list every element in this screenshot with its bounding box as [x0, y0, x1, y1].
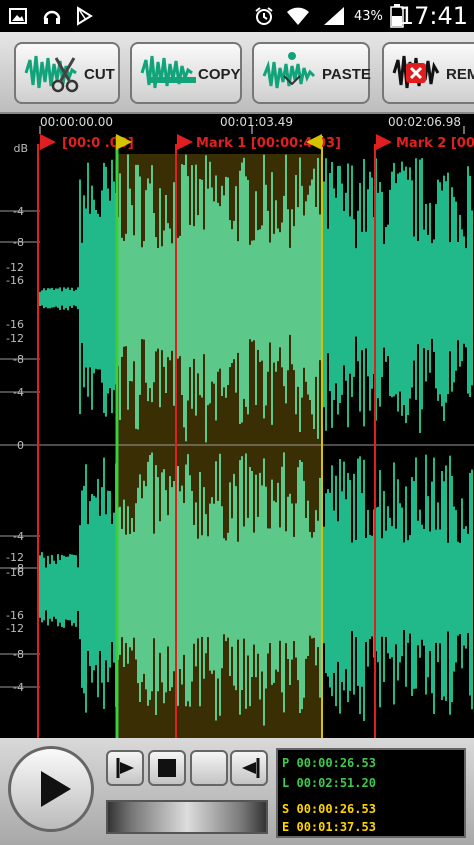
- db-label: -12: [6, 622, 24, 635]
- play-icon: [41, 771, 71, 807]
- time-label-1: 00:01:03.49: [220, 115, 293, 129]
- mark-2-label: Mark 2 [00: [396, 136, 474, 151]
- stop-button[interactable]: [148, 750, 186, 786]
- skip-to-start-icon: [116, 758, 134, 778]
- volume-slider[interactable]: [106, 800, 268, 834]
- db-label: -4: [13, 386, 24, 399]
- scissors-waveform-icon: [24, 55, 79, 93]
- db-label: -4: [13, 530, 24, 543]
- db-label: -8: [13, 648, 24, 661]
- blank-button[interactable]: [190, 750, 228, 786]
- db-label: -8: [13, 353, 24, 366]
- db-label: -16: [6, 609, 24, 622]
- time-info-panel: P 00:00:26.53 L 00:02:51.20 S 00:00:26.5…: [276, 748, 466, 838]
- headset-icon: [43, 10, 61, 24]
- alarm-icon: [255, 7, 273, 25]
- info-row-position: P 00:00:26.53: [282, 756, 376, 770]
- skip-to-end-icon: [242, 758, 260, 778]
- battery-percent: 43%: [354, 9, 383, 24]
- copy-label: COPY: [198, 66, 241, 83]
- paste-button[interactable]: PASTE: [252, 42, 371, 104]
- go-to-end-button[interactable]: [230, 750, 268, 786]
- paste-waveform-icon: [262, 52, 316, 89]
- remove-button[interactable]: REM: [382, 42, 474, 104]
- info-row-selection-end: E 00:01:37.53: [282, 820, 376, 834]
- info-row-length: L 00:02:51.20: [282, 776, 376, 790]
- remove-label: REM: [446, 66, 474, 83]
- info-row-selection-start: S 00:00:26.53: [282, 802, 376, 816]
- go-to-start-button[interactable]: [106, 750, 144, 786]
- db-label: -12: [6, 261, 24, 274]
- db-label: -4: [13, 681, 24, 694]
- clock: 17:41: [398, 2, 468, 30]
- db-label: -12: [6, 332, 24, 345]
- delete-waveform-icon: [392, 55, 440, 89]
- stop-icon: [158, 759, 176, 777]
- cut-button[interactable]: CUT: [14, 42, 120, 104]
- play-store-icon: [77, 6, 93, 26]
- status-bar: 43% 17:41: [0, 0, 474, 32]
- db-label: -8: [13, 236, 24, 249]
- signal-icon: [324, 7, 344, 25]
- db-label: -16: [6, 318, 24, 331]
- image-icon: [9, 8, 27, 24]
- edit-toolbar: CUT COPY PASTE REM: [0, 32, 474, 114]
- waveform-channel-left: [39, 154, 473, 443]
- time-label-2: 00:02:06.98: [388, 115, 461, 129]
- db-label: -16: [6, 274, 24, 287]
- db-label: -4: [13, 205, 24, 218]
- waveform-editor[interactable]: 00:00:00.00 00:01:03.49 00:02:06.98 [00:…: [0, 114, 474, 738]
- db-unit-label: dB: [13, 142, 28, 155]
- wifi-icon: [287, 7, 309, 25]
- db-label: 0: [17, 439, 24, 452]
- db-label: -12: [6, 551, 24, 564]
- play-button[interactable]: [8, 746, 94, 832]
- cut-label: CUT: [84, 66, 115, 83]
- copy-button[interactable]: COPY: [130, 42, 242, 104]
- copy-waveform-icon: [140, 55, 196, 89]
- transport-panel: P 00:00:26.53 L 00:02:51.20 S 00:00:26.5…: [0, 738, 474, 845]
- paste-label: PASTE: [322, 66, 371, 83]
- db-label: -16: [6, 566, 24, 579]
- time-label-0: 00:00:00.00: [40, 115, 113, 129]
